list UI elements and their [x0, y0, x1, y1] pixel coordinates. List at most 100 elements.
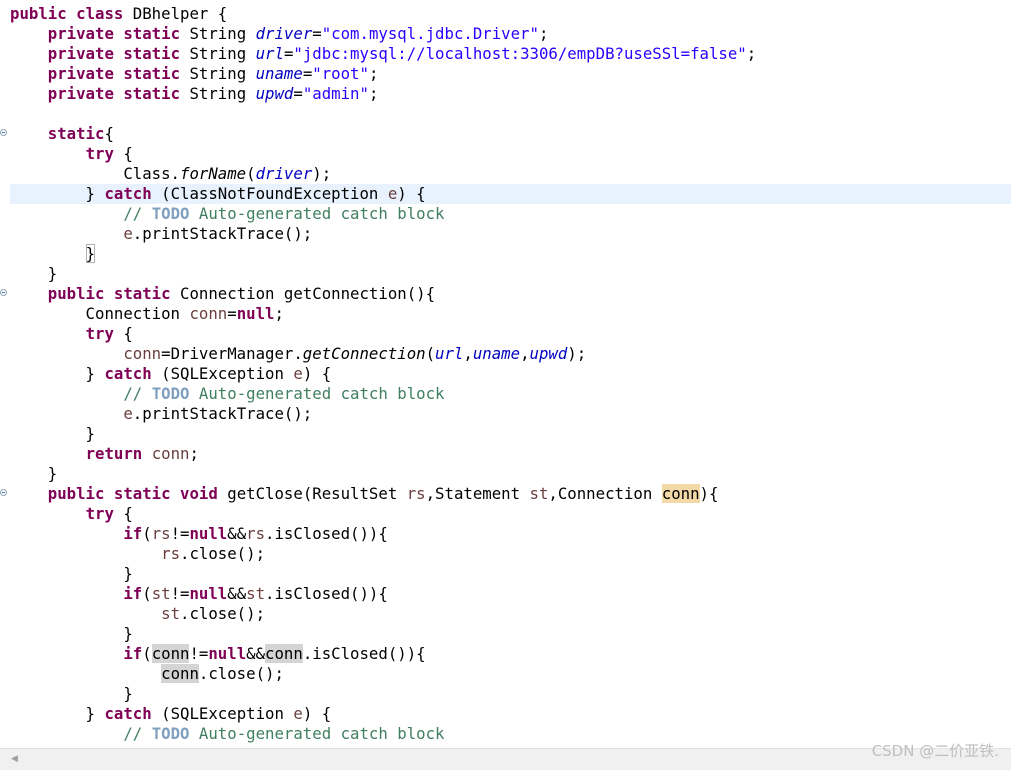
fold-toggle-icon[interactable]	[0, 489, 7, 496]
code-line[interactable]: e.printStackTrace();	[10, 224, 1011, 244]
code-line[interactable]: }	[10, 624, 1011, 644]
code-token: st	[151, 584, 171, 603]
code-line[interactable]: static{	[0, 124, 1011, 144]
code-line[interactable]: if(rs!=null&&rs.isClosed()){	[10, 524, 1011, 544]
code-line[interactable]: // TODO Auto-generated catch block	[10, 204, 1011, 224]
code-token: e	[387, 184, 398, 203]
code-token: ;	[274, 304, 284, 323]
code-token: url	[255, 44, 284, 63]
code-line[interactable]: // TODO Auto-generated catch block	[10, 384, 1011, 404]
code-line[interactable]: public static Connection getConnection()…	[0, 284, 1011, 304]
code-token: conn	[151, 644, 190, 663]
code-token: public	[10, 4, 77, 23]
code-area[interactable]: public class DBhelper { private static S…	[0, 4, 1011, 744]
code-token: driver	[255, 24, 313, 43]
code-line[interactable]: public static void getClose(ResultSet rs…	[0, 484, 1011, 504]
code-token: static	[113, 284, 181, 303]
code-token: static	[123, 24, 190, 43]
code-line[interactable]: conn=DriverManager.getConnection(url,una…	[10, 344, 1011, 364]
code-line[interactable]: } catch (SQLException e) {	[10, 364, 1011, 384]
code-token: static	[113, 484, 181, 503]
code-token: }	[85, 244, 96, 263]
code-token: &&	[227, 524, 247, 543]
code-token: Connection getConnection(){	[180, 284, 436, 303]
code-token: void	[180, 484, 228, 503]
code-editor[interactable]: public class DBhelper { private static S…	[0, 0, 1011, 770]
fold-toggle-icon[interactable]	[0, 289, 7, 296]
code-token: e	[123, 404, 133, 423]
code-token: }	[10, 184, 105, 203]
code-line[interactable]: rs.close();	[10, 544, 1011, 564]
code-line[interactable]: private static String url="jdbc:mysql://…	[10, 44, 1011, 64]
code-token: uname	[472, 344, 521, 363]
code-token: }	[10, 464, 58, 483]
code-token: e	[293, 364, 303, 383]
code-line[interactable]: st.close();	[10, 604, 1011, 624]
code-token: );	[312, 164, 332, 183]
code-line[interactable]: // TODO Auto-generated catch block	[10, 724, 1011, 744]
code-line[interactable]: public class DBhelper {	[10, 4, 1011, 24]
code-line[interactable]: private static String uname="root";	[10, 64, 1011, 84]
code-token: =	[283, 44, 294, 63]
scroll-left-icon[interactable]: ◀	[11, 754, 18, 764]
code-token: (ClassNotFoundException	[151, 184, 388, 203]
code-line[interactable]: } catch (SQLException e) {	[10, 704, 1011, 724]
code-token: rs	[161, 544, 181, 563]
code-token: .isClosed()){	[265, 524, 388, 543]
code-line[interactable]: conn.close();	[10, 664, 1011, 684]
horizontal-scrollbar[interactable]: ◀	[0, 748, 1011, 770]
code-token: conn	[123, 344, 162, 363]
code-line[interactable]: try {	[10, 144, 1011, 164]
code-token: Auto-generated catch block	[189, 384, 445, 403]
code-line[interactable]: }	[10, 424, 1011, 444]
code-line[interactable]	[10, 104, 1011, 124]
code-token: null	[208, 644, 247, 663]
code-token: String	[189, 84, 256, 103]
code-token: null	[189, 584, 228, 603]
code-line[interactable]: }	[10, 264, 1011, 284]
code-token: !=	[189, 644, 209, 663]
code-line[interactable]: try {	[10, 324, 1011, 344]
code-line[interactable]: }	[10, 464, 1011, 484]
code-token: }	[10, 364, 105, 383]
code-line[interactable]: return conn;	[10, 444, 1011, 464]
code-line[interactable]: private static String driver="com.mysql.…	[10, 24, 1011, 44]
code-line[interactable]: }	[10, 244, 1011, 264]
code-token: if	[123, 524, 143, 543]
code-line[interactable]: Connection conn=null;	[10, 304, 1011, 324]
fold-toggle-icon[interactable]	[0, 129, 7, 136]
code-token: {	[113, 504, 133, 523]
code-line[interactable]: try {	[10, 504, 1011, 524]
code-token: catch	[104, 184, 152, 203]
code-line[interactable]: Class.forName(driver);	[10, 164, 1011, 184]
code-token: }	[10, 624, 133, 643]
code-token: ,	[463, 344, 473, 363]
code-line[interactable]: if(st!=null&&st.isClosed()){	[10, 584, 1011, 604]
code-line[interactable]: } catch (ClassNotFoundException e) {	[10, 184, 1011, 204]
code-token: private	[47, 24, 124, 43]
code-line[interactable]: e.printStackTrace();	[10, 404, 1011, 424]
code-token: TODO	[151, 384, 190, 403]
code-token: ;	[746, 44, 757, 63]
code-line[interactable]: }	[10, 684, 1011, 704]
code-token: {	[113, 144, 133, 163]
code-line[interactable]: if(conn!=null&&conn.isClosed()){	[10, 644, 1011, 664]
code-token: !=	[170, 584, 190, 603]
code-token: String	[189, 44, 256, 63]
code-token: conn	[189, 304, 228, 323]
code-token: ,	[520, 344, 530, 363]
code-line[interactable]: }	[10, 564, 1011, 584]
code-token: upwd	[529, 344, 568, 363]
code-token: url	[435, 344, 464, 363]
code-token: .isClosed()){	[265, 584, 388, 603]
code-line[interactable]: private static String upwd="admin";	[10, 84, 1011, 104]
code-token: conn	[661, 484, 700, 503]
